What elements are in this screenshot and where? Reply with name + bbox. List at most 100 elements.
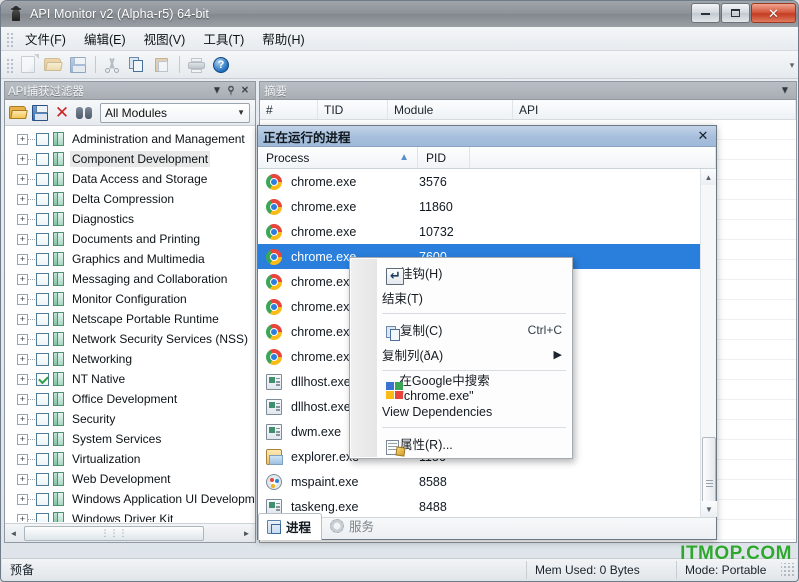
module-tree[interactable]: + Administration and Management + Component… <box>5 126 255 522</box>
tree-expander-icon[interactable]: + <box>17 273 28 285</box>
tree-expander-icon[interactable]: + <box>17 213 28 225</box>
header-process[interactable]: Process ▲ <box>258 147 418 168</box>
ctx-search-google[interactable]: 在Google中搜索 "chrome.exe" <box>350 374 572 403</box>
tree-horizontal-scrollbar[interactable]: ◄ ⋮⋮⋮ ► <box>5 523 255 542</box>
scroll-up-icon[interactable]: ▲ <box>701 169 716 185</box>
tree-expander-icon[interactable]: + <box>17 253 28 265</box>
tree-expander-icon[interactable]: + <box>17 453 28 465</box>
tree-expander-icon[interactable]: + <box>17 493 28 505</box>
tree-expander-icon[interactable]: + <box>17 173 28 185</box>
copy-icon[interactable] <box>127 54 148 75</box>
tree-checkbox[interactable] <box>36 212 49 226</box>
tree-expander-icon[interactable]: + <box>17 393 28 405</box>
tree-expander-icon[interactable]: + <box>17 293 28 305</box>
column-tid[interactable]: TID <box>318 100 388 119</box>
tree-checkbox[interactable] <box>36 132 49 146</box>
column-api[interactable]: API <box>513 100 796 119</box>
panel-close-icon[interactable]: ✕ <box>238 85 252 96</box>
summary-menu-icon[interactable]: ▼ <box>778 85 792 96</box>
tree-checkbox[interactable] <box>36 152 49 166</box>
tree-item[interactable]: + Documents and Printing <box>5 229 255 249</box>
scroll-left-icon[interactable]: ◄ <box>5 525 22 542</box>
summary-row[interactable] <box>260 540 796 542</box>
maximize-button[interactable] <box>721 3 750 23</box>
tree-item[interactable]: + Windows Application UI Development <box>5 489 255 509</box>
tree-item[interactable]: + System Services <box>5 429 255 449</box>
tree-expander-icon[interactable]: + <box>17 233 28 245</box>
tree-checkbox[interactable] <box>36 172 49 186</box>
dialog-close-icon[interactable]: ✕ <box>695 128 711 144</box>
ctx-terminate[interactable]: 结束(T) <box>350 285 572 310</box>
tree-checkbox[interactable] <box>36 512 49 522</box>
process-list-scrollbar[interactable]: ▲ ▼ <box>700 169 717 529</box>
tree-checkbox[interactable] <box>36 452 49 466</box>
column-index[interactable]: # <box>260 100 318 119</box>
tree-expander-icon[interactable]: + <box>17 473 28 485</box>
menu-tools[interactable]: 工具(T) <box>194 26 253 51</box>
tree-item[interactable]: + Diagnostics <box>5 209 255 229</box>
tree-checkbox[interactable] <box>36 412 49 426</box>
scroll-down-icon[interactable]: ▼ <box>701 501 717 517</box>
ctx-hook[interactable]: 挂钩(H) <box>350 260 572 285</box>
tree-item[interactable]: + Netscape Portable Runtime <box>5 309 255 329</box>
tree-checkbox[interactable] <box>36 332 49 346</box>
tree-checkbox[interactable] <box>36 192 49 206</box>
tree-item[interactable]: + Web Development <box>5 469 255 489</box>
tree-checkbox[interactable] <box>36 472 49 486</box>
tree-item[interactable]: + Networking <box>5 349 255 369</box>
tree-item[interactable]: + Virtualization <box>5 449 255 469</box>
tree-expander-icon[interactable]: + <box>17 193 28 205</box>
tree-checkbox[interactable] <box>36 432 49 446</box>
tree-item[interactable]: + Windows Driver Kit <box>5 509 255 522</box>
tree-item[interactable]: + Graphics and Multimedia <box>5 249 255 269</box>
cut-icon[interactable] <box>102 54 123 75</box>
tree-expander-icon[interactable]: + <box>17 413 28 425</box>
save-icon[interactable] <box>68 54 89 75</box>
ctx-view-dependencies[interactable]: View Dependencies <box>350 399 572 424</box>
ctx-copy[interactable]: 复制(C) Ctrl+C <box>350 317 572 342</box>
tree-checkbox[interactable] <box>36 232 49 246</box>
scroll-right-icon[interactable]: ► <box>238 525 255 542</box>
menu-help[interactable]: 帮助(H) <box>253 26 313 51</box>
menu-edit[interactable]: 编辑(E) <box>75 26 135 51</box>
tree-checkbox[interactable] <box>36 492 49 506</box>
tree-item[interactable]: + Network Security Services (NSS) <box>5 329 255 349</box>
hscroll-thumb[interactable]: ⋮⋮⋮ <box>24 525 204 541</box>
tree-item[interactable]: + Component Development <box>5 149 255 169</box>
tree-checkbox[interactable] <box>36 392 49 406</box>
tree-checkbox[interactable] <box>36 372 49 386</box>
ctx-properties[interactable]: 属性(R)... <box>350 431 572 457</box>
panel-menu-icon[interactable]: ▼ <box>210 85 224 96</box>
filter-open-icon[interactable] <box>8 103 28 123</box>
ctx-copy-column[interactable]: 复制列(ðA) ▶ <box>350 342 572 367</box>
header-blank[interactable] <box>470 147 716 168</box>
tree-expander-icon[interactable]: + <box>17 133 28 145</box>
filter-find-icon[interactable] <box>74 103 94 123</box>
tab-services[interactable]: 服务 <box>322 513 384 539</box>
process-row[interactable]: chrome.exe 3576 <box>258 169 700 194</box>
tree-expander-icon[interactable]: + <box>17 353 28 365</box>
toolbar-overflow-button[interactable]: ▾ <box>786 60 798 69</box>
menu-grip[interactable] <box>5 30 13 47</box>
filter-delete-icon[interactable]: ✕ <box>52 103 72 123</box>
process-row[interactable]: chrome.exe 10732 <box>258 219 700 244</box>
header-pid[interactable]: PID <box>418 147 470 168</box>
tree-item[interactable]: + Security <box>5 409 255 429</box>
print-icon[interactable] <box>186 54 207 75</box>
tree-expander-icon[interactable]: + <box>17 333 28 345</box>
tree-checkbox[interactable] <box>36 352 49 366</box>
filter-save-icon[interactable] <box>30 103 50 123</box>
open-icon[interactable] <box>43 54 64 75</box>
minimize-button[interactable] <box>691 3 720 23</box>
tree-item[interactable]: + Administration and Management <box>5 129 255 149</box>
menu-view[interactable]: 视图(V) <box>135 26 195 51</box>
close-button[interactable]: ✕ <box>751 3 796 23</box>
resize-grip-icon[interactable] <box>781 562 795 577</box>
tree-expander-icon[interactable]: + <box>17 373 28 385</box>
tree-item[interactable]: + Messaging and Collaboration <box>5 269 255 289</box>
new-icon[interactable] <box>18 54 39 75</box>
tree-expander-icon[interactable]: + <box>17 433 28 445</box>
help-icon[interactable]: ? <box>211 54 232 75</box>
panel-pin-icon[interactable]: ⚲ <box>224 85 238 96</box>
tree-checkbox[interactable] <box>36 252 49 266</box>
